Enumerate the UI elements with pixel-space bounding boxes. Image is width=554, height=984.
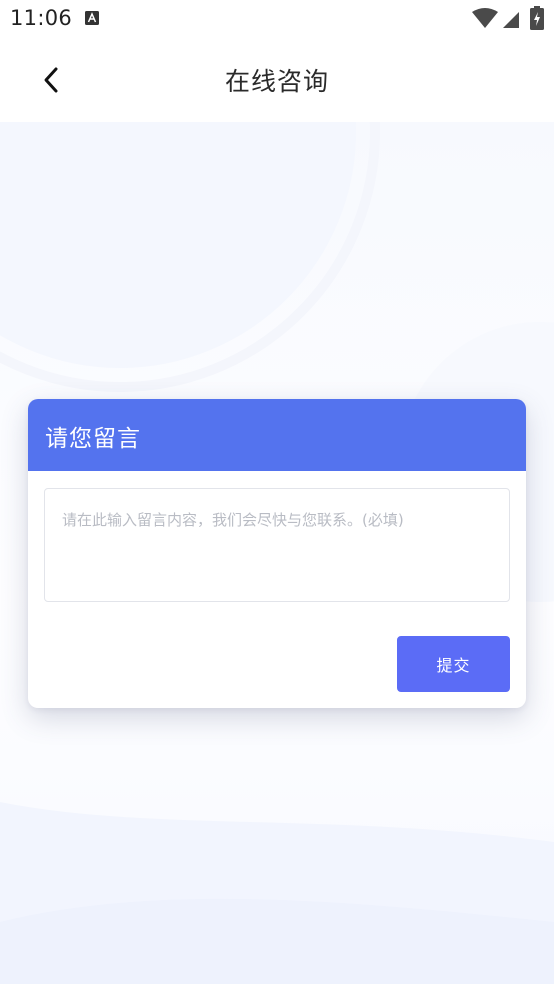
- signal-icon: [503, 8, 519, 28]
- submit-button[interactable]: 提交: [397, 636, 510, 692]
- page-title: 在线咨询: [224, 67, 329, 96]
- wifi-icon: [472, 8, 498, 28]
- status-bar: 11:06: [0, 0, 554, 38]
- message-input[interactable]: [44, 488, 510, 602]
- status-time: 11:06: [10, 6, 73, 30]
- card-title: 请您留言: [45, 426, 141, 452]
- message-card: 请您留言 提交: [28, 399, 526, 708]
- nav-bar: 在线咨询: [0, 38, 554, 122]
- text-a-icon: [85, 10, 99, 25]
- battery-charging-icon: [530, 6, 544, 30]
- card-header: 请您留言: [28, 399, 526, 471]
